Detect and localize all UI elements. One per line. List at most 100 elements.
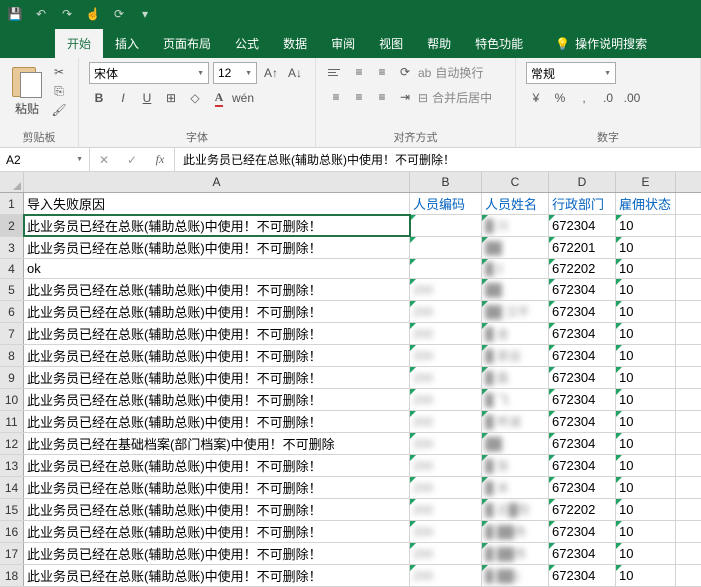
cell[interactable]: 10 — [616, 389, 676, 410]
cell[interactable]: 200 — [410, 455, 482, 476]
decrease-font-icon[interactable]: A↓ — [285, 63, 305, 83]
cell[interactable]: 10 — [616, 411, 676, 432]
cell[interactable]: 672304 — [549, 345, 616, 366]
cell[interactable] — [410, 215, 482, 236]
cell[interactable]: 200 — [410, 389, 482, 410]
cell[interactable]: 672304 — [549, 367, 616, 388]
cell[interactable]: ██ — [482, 237, 549, 258]
row-header[interactable]: 4 — [0, 259, 24, 278]
cell[interactable] — [410, 259, 482, 278]
cell[interactable]: █ 米 — [482, 477, 549, 498]
cell[interactable]: 此业务员已经在总账(辅助总账)中使用！不可删除！ — [24, 477, 410, 498]
qat-more-icon[interactable]: ▾ — [136, 5, 154, 23]
cell[interactable]: 10 — [616, 259, 676, 278]
row-header[interactable]: 11 — [0, 411, 24, 432]
cell[interactable]: 10 — [616, 279, 676, 300]
tab-公式[interactable]: 公式 — [223, 29, 271, 58]
cell[interactable]: 此业务员已经在总账(辅助总账)中使用！不可删除！ — [24, 367, 410, 388]
phonetic-button[interactable]: wén — [233, 88, 253, 108]
formula-input[interactable]: 此业务员已经在总账(辅助总账)中使用！不可删除！ — [175, 148, 701, 171]
percent-icon[interactable]: % — [550, 88, 570, 108]
indent-icon[interactable]: ⇥ — [395, 87, 415, 107]
row-header[interactable]: 18 — [0, 565, 24, 586]
undo-icon[interactable]: ↶ — [32, 5, 50, 23]
cell[interactable]: 200 — [410, 279, 482, 300]
cell[interactable]: █ 兴 — [482, 215, 549, 236]
tab-开始[interactable]: 开始 — [55, 29, 103, 58]
tell-me-search[interactable]: 💡操作说明搜索 — [549, 29, 653, 58]
row-header[interactable]: 16 — [0, 521, 24, 542]
decrease-decimal-icon[interactable]: .00 — [622, 88, 642, 108]
orientation-icon[interactable]: ⟳ — [395, 62, 415, 82]
cell[interactable]: 人员姓名 — [482, 193, 549, 214]
underline-button[interactable]: U — [137, 88, 157, 108]
tab-数据[interactable]: 数据 — [271, 29, 319, 58]
cell[interactable]: 200 — [410, 367, 482, 388]
merge-center-button[interactable]: ⊟合并后居中 — [418, 87, 492, 108]
cell[interactable]: █ ██1 — [482, 565, 549, 586]
cell[interactable]: 此业务员已经在总账(辅助总账)中使用！不可删除！ — [24, 455, 410, 476]
paste-button[interactable]: 粘贴 — [10, 62, 44, 119]
cell[interactable]: 此业务员已经在总账(辅助总账)中使用！不可删除！ — [24, 543, 410, 564]
cell[interactable]: 10 — [616, 499, 676, 520]
cell[interactable]: 200 — [410, 521, 482, 542]
cell[interactable]: 10 — [616, 455, 676, 476]
row-header[interactable]: 8 — [0, 345, 24, 366]
cell[interactable]: 此业务员已经在总账(辅助总账)中使用！不可删除！ — [24, 237, 410, 258]
col-header-c[interactable]: C — [482, 172, 549, 192]
refresh-icon[interactable]: ⟳ — [110, 5, 128, 23]
number-format-combo[interactable]: 常规▼ — [526, 62, 616, 84]
save-icon[interactable]: 💾 — [6, 5, 24, 23]
cell[interactable]: 10 — [616, 433, 676, 454]
cell[interactable]: 10 — [616, 215, 676, 236]
cell[interactable]: 672202 — [549, 499, 616, 520]
cell[interactable]: 此业务员已经在总账(辅助总账)中使用！不可删除！ — [24, 279, 410, 300]
cell[interactable]: ██ — [482, 279, 549, 300]
cell[interactable]: ██ 汉平 — [482, 301, 549, 322]
cell[interactable]: 导入失败原因 — [24, 193, 410, 214]
font-name-combo[interactable]: 宋体▼ — [89, 62, 209, 84]
cell[interactable]: 10 — [616, 543, 676, 564]
cell[interactable]: 672201 — [549, 237, 616, 258]
row-header[interactable]: 17 — [0, 543, 24, 564]
font-color-button[interactable]: A — [209, 88, 229, 108]
cell[interactable]: 此业务员已经在总账(辅助总账)中使用！不可删除！ — [24, 323, 410, 344]
cell[interactable]: 10 — [616, 565, 676, 586]
cell[interactable]: 672304 — [549, 521, 616, 542]
cell[interactable]: 672304 — [549, 279, 616, 300]
cell[interactable]: 此业务员已经在总账(辅助总账)中使用！不可删除！ — [24, 215, 410, 236]
row-header[interactable]: 3 — [0, 237, 24, 258]
cell[interactable] — [410, 237, 482, 258]
cell[interactable]: 672304 — [549, 323, 616, 344]
cell[interactable]: 此业务员已经在基础档案(部门档案)中使用！不可删除 — [24, 433, 410, 454]
cell[interactable]: 200 — [410, 499, 482, 520]
cell[interactable]: 200 — [410, 345, 482, 366]
cell[interactable]: █ 甚运 — [482, 345, 549, 366]
cell[interactable]: 此业务员已经在总账(辅助总账)中使用！不可删除！ — [24, 521, 410, 542]
wrap-text-button[interactable]: ab自动换行 — [418, 62, 483, 83]
cut-icon[interactable]: ✂ — [50, 64, 68, 80]
row-header[interactable]: 7 — [0, 323, 24, 344]
cancel-icon[interactable]: ✕ — [90, 153, 118, 167]
cell[interactable]: 672304 — [549, 215, 616, 236]
cell[interactable]: ██ — [482, 433, 549, 454]
cell[interactable]: █ ██伟 — [482, 521, 549, 542]
italic-button[interactable]: I — [113, 88, 133, 108]
cell[interactable]: 200 — [410, 301, 482, 322]
cell[interactable]: 200 — [410, 565, 482, 586]
align-middle-icon[interactable]: ≡ — [349, 62, 369, 82]
border-button[interactable]: ⊞ — [161, 88, 181, 108]
col-header-b[interactable]: B — [410, 172, 482, 192]
row-header[interactable]: 13 — [0, 455, 24, 476]
cell[interactable]: █彡 — [482, 259, 549, 278]
name-box[interactable]: A2▼ — [0, 148, 90, 171]
tab-插入[interactable]: 插入 — [103, 29, 151, 58]
cell[interactable]: █ 金 — [482, 323, 549, 344]
cell[interactable]: 200 — [410, 543, 482, 564]
cell[interactable]: 此业务员已经在总账(辅助总账)中使用！不可删除！ — [24, 301, 410, 322]
enter-icon[interactable]: ✓ — [118, 153, 146, 167]
cell[interactable]: █ 飞 — [482, 389, 549, 410]
row-header[interactable]: 12 — [0, 433, 24, 454]
format-painter-icon[interactable]: 🖌 — [50, 102, 68, 118]
cell[interactable]: █ 磊 — [482, 367, 549, 388]
